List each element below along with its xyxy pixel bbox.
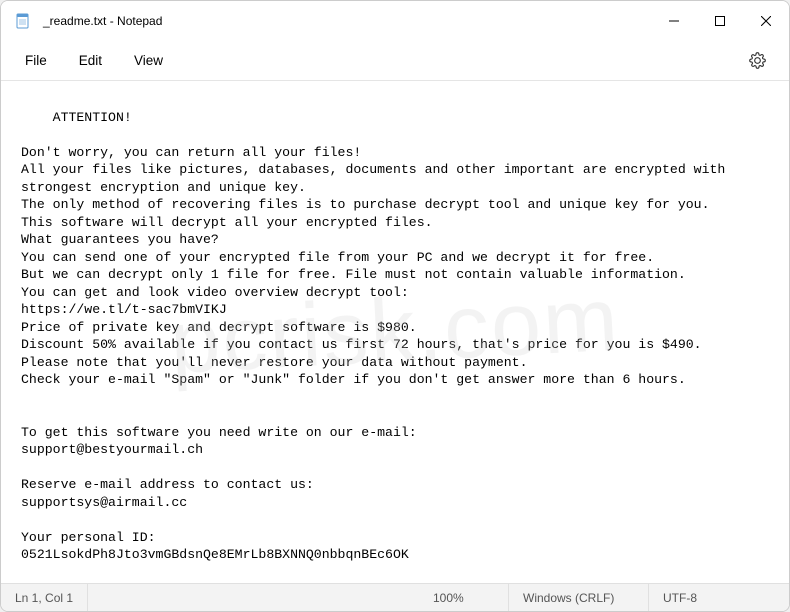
notepad-window: _readme.txt - Notepad File Edit View AT: [0, 0, 790, 612]
status-cursor[interactable]: Ln 1, Col 1: [1, 584, 88, 611]
gear-icon: [749, 52, 766, 69]
window-title: _readme.txt - Notepad: [43, 14, 162, 28]
settings-button[interactable]: [739, 43, 775, 79]
menu-view[interactable]: View: [118, 47, 179, 74]
status-line-ending[interactable]: Windows (CRLF): [509, 584, 649, 611]
menu-edit[interactable]: Edit: [63, 47, 118, 74]
statusbar: Ln 1, Col 1 100% Windows (CRLF) UTF-8: [1, 583, 789, 611]
status-encoding[interactable]: UTF-8: [649, 584, 789, 611]
text-editor[interactable]: ATTENTION! Don't worry, you can return a…: [1, 81, 789, 583]
menubar: File Edit View: [1, 41, 789, 81]
minimize-button[interactable]: [651, 1, 697, 40]
window-controls: [651, 1, 789, 40]
notepad-icon: [15, 13, 31, 29]
maximize-button[interactable]: [697, 1, 743, 40]
close-button[interactable]: [743, 1, 789, 40]
document-content: ATTENTION! Don't worry, you can return a…: [21, 110, 733, 563]
status-zoom[interactable]: 100%: [419, 584, 509, 611]
titlebar[interactable]: _readme.txt - Notepad: [1, 1, 789, 41]
menu-file[interactable]: File: [9, 47, 63, 74]
